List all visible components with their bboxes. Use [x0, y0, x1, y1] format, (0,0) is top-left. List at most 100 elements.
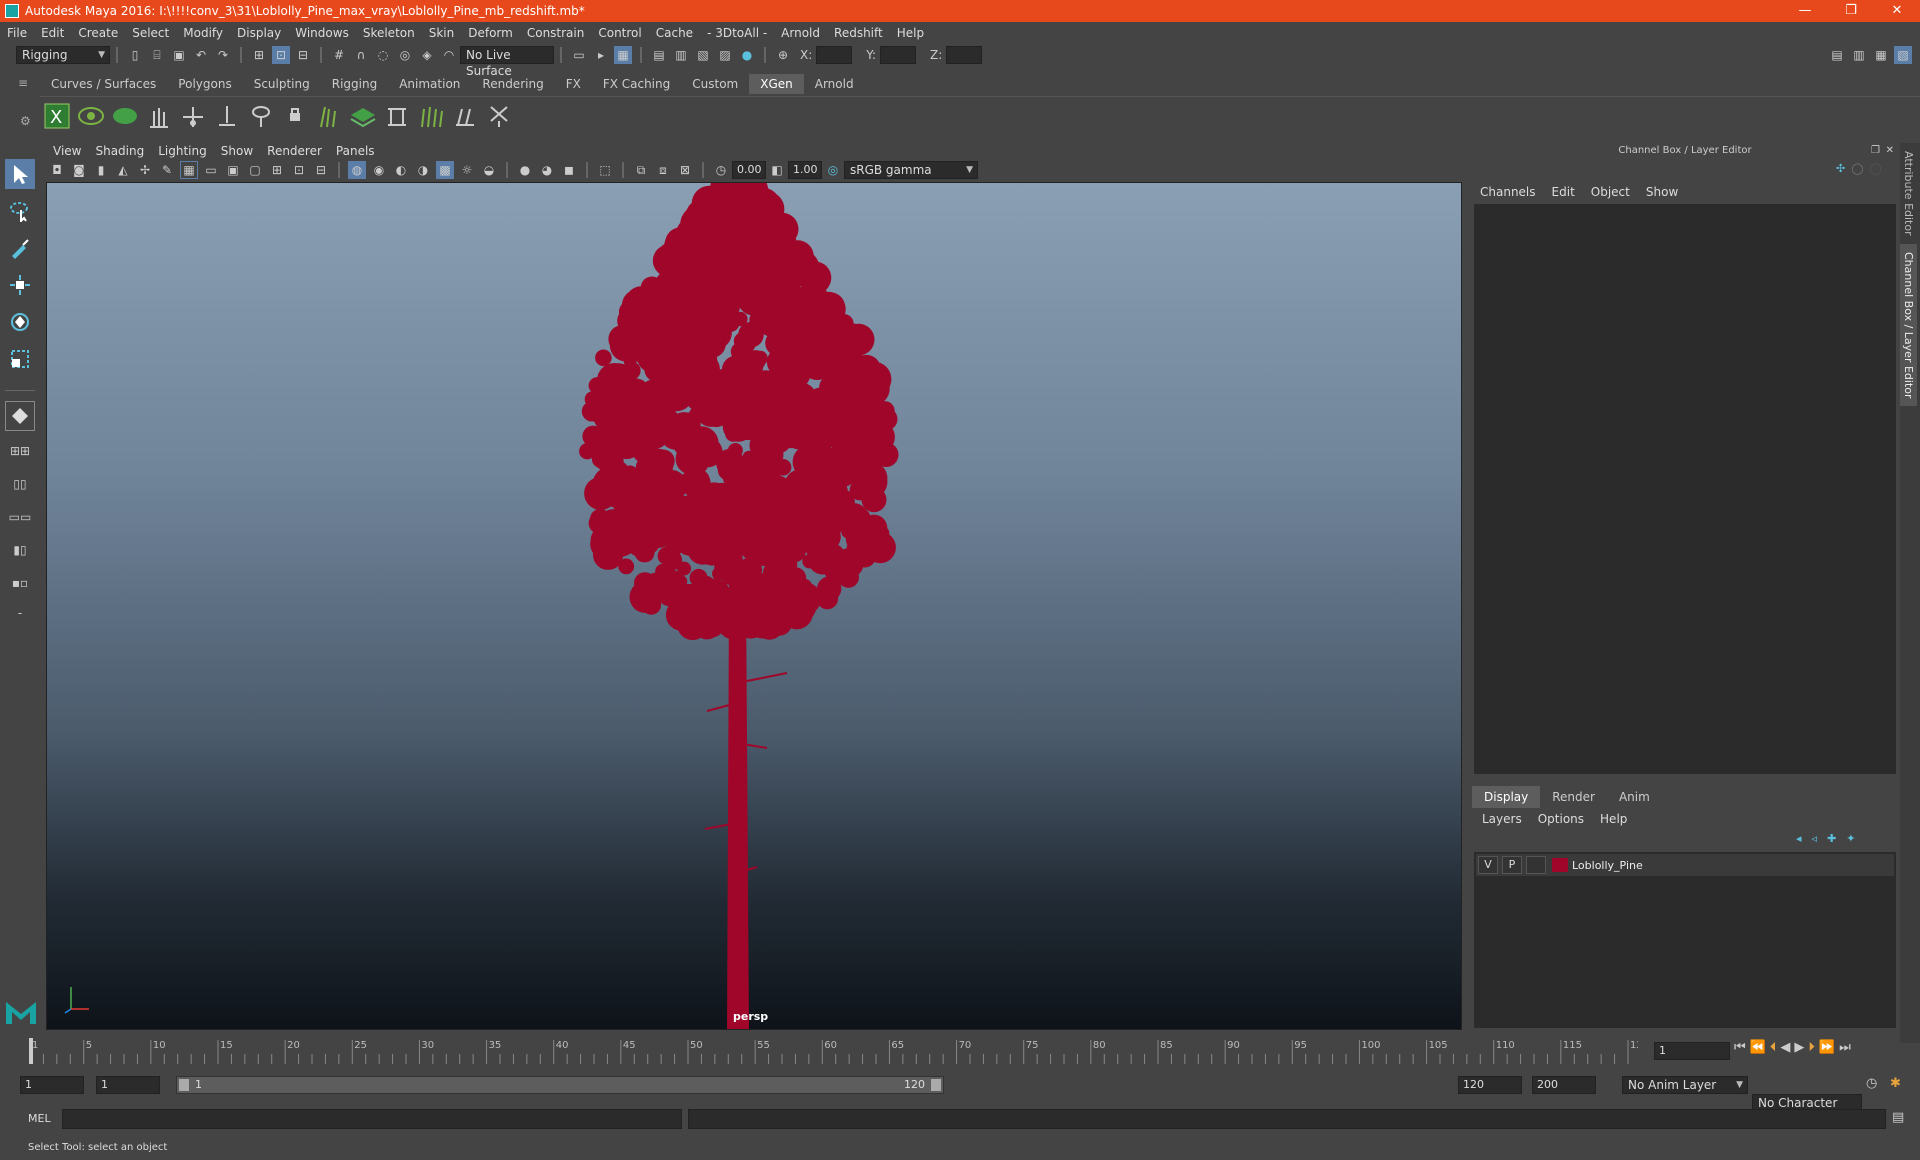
xgen-guide-sculpt-icon[interactable] — [179, 101, 207, 131]
input-output-icon[interactable]: ▭ — [570, 46, 588, 64]
menu-constrain[interactable]: Constrain — [520, 22, 592, 44]
layer-menu-help[interactable]: Help — [1592, 810, 1635, 828]
attribute-editor-toggle-icon[interactable]: ▥ — [1850, 46, 1868, 64]
snap-view-icon[interactable]: ◎ — [396, 46, 414, 64]
menu-cache[interactable]: Cache — [649, 22, 700, 44]
select-hierarchy-icon[interactable]: ⊞ — [250, 46, 268, 64]
shelf-tab-arnold[interactable]: Arnold — [804, 74, 865, 94]
layer-row[interactable]: V P Loblolly_Pine — [1476, 854, 1894, 876]
current-time-marker[interactable] — [29, 1038, 33, 1064]
channel-box-menu-edit[interactable]: Edit — [1544, 182, 1583, 202]
lasso-tool-icon[interactable] — [5, 196, 35, 226]
ambient-occlusion-icon[interactable]: ● — [516, 161, 534, 179]
go-to-end-icon[interactable]: ⏭ — [1839, 1040, 1851, 1055]
loblolly-pine-model[interactable] — [47, 183, 1462, 1030]
menu-modify[interactable]: Modify — [176, 22, 230, 44]
shadows-icon[interactable]: ◒ — [480, 161, 498, 179]
field-chart-icon[interactable]: ⊞ — [268, 161, 286, 179]
layer-tab-render[interactable]: Render — [1540, 786, 1607, 808]
camera-attributes-icon[interactable]: ◙ — [70, 161, 88, 179]
anim-layer-dropdown[interactable]: No Anim Layer ▼ — [1622, 1076, 1748, 1094]
shelf-tab-rigging[interactable]: Rigging — [321, 74, 388, 94]
playback-end-input[interactable]: 120 — [1458, 1076, 1522, 1094]
channel-box-close-icon[interactable]: ✕ — [1886, 143, 1894, 159]
auto-key-icon[interactable]: ◷ — [1866, 1076, 1877, 1091]
make-live-icon[interactable]: ◠ — [440, 46, 458, 64]
x-input[interactable] — [816, 46, 853, 64]
menu-set-dropdown[interactable]: Rigging ▼ — [16, 46, 110, 64]
exposure-icon[interactable]: ◷ — [712, 161, 730, 179]
menu-redshift[interactable]: Redshift — [827, 22, 890, 44]
save-scene-icon[interactable]: ▣ — [170, 46, 188, 64]
layer-menu-layers[interactable]: Layers — [1474, 810, 1530, 828]
channel-box-axis-icon[interactable]: ✣ — [1836, 162, 1845, 175]
play-forwards-icon[interactable]: ▶ — [1794, 1040, 1804, 1055]
shelf-menu-icon[interactable]: ≡ — [18, 76, 28, 90]
xray-icon[interactable]: ⧉ — [632, 161, 650, 179]
shelf-tab-fx[interactable]: FX — [555, 74, 592, 94]
xgen-guide-visibility-icon[interactable] — [247, 101, 275, 131]
range-slider-start-handle[interactable] — [179, 1079, 189, 1091]
menu-skeleton[interactable]: Skeleton — [356, 22, 422, 44]
create-layer-from-selected-icon[interactable]: ✦ — [1846, 832, 1855, 845]
xgen-guide-add-icon[interactable] — [145, 101, 173, 131]
view-transform-dropdown[interactable]: sRGB gamma ▼ — [844, 161, 978, 179]
two-d-pan-icon[interactable]: ✢ — [136, 161, 154, 179]
tool-settings-icon[interactable]: ▦ — [1872, 46, 1890, 64]
range-slider-end-handle[interactable] — [931, 1079, 941, 1091]
render-view-icon[interactable]: ▦ — [614, 46, 632, 64]
step-back-frame-icon[interactable]: ⏪ — [1750, 1040, 1766, 1055]
layer-display-type-toggle[interactable] — [1526, 856, 1546, 874]
persp-outliner-layout-icon[interactable]: ▭▭ — [5, 504, 35, 530]
image-plane-icon[interactable]: ◭ — [114, 161, 132, 179]
snap-curve-icon[interactable]: ∩ — [352, 46, 370, 64]
go-to-start-icon[interactable]: ⏮ — [1734, 1040, 1746, 1055]
panel-menu-panels[interactable]: Panels — [329, 143, 382, 159]
exposure-input[interactable]: 0.00 — [732, 161, 766, 179]
xray-joints-icon[interactable]: ⧈ — [654, 161, 672, 179]
select-tool-icon[interactable] — [5, 159, 35, 189]
channel-box-toggle-icon[interactable]: ▧ — [1894, 46, 1912, 64]
grid-toggle-icon[interactable]: ▦ — [180, 161, 198, 179]
menu-control[interactable]: Control — [591, 22, 648, 44]
current-frame-field[interactable]: 1 — [1654, 1042, 1730, 1060]
current-frame-input[interactable]: 1 — [1654, 1042, 1730, 1060]
move-tool-icon[interactable] — [5, 270, 35, 300]
transform-mode-icon[interactable]: ⊕ — [774, 46, 792, 64]
grease-pencil-icon[interactable]: ✎ — [158, 161, 176, 179]
render-settings-icon[interactable]: ▧ — [694, 46, 712, 64]
channel-box-menu-object[interactable]: Object — [1583, 182, 1638, 202]
menu-3dtoall[interactable]: - 3DtoAll - — [700, 22, 774, 44]
isolate-select-icon[interactable]: ⬚ — [596, 161, 614, 179]
select-component-icon[interactable]: ⊟ — [294, 46, 312, 64]
textured-icon[interactable]: ▩ — [436, 161, 454, 179]
perspective-viewport[interactable]: persp — [46, 182, 1462, 1030]
shelf-tab-animation[interactable]: Animation — [388, 74, 471, 94]
camera-select-icon[interactable]: ◘ — [48, 161, 66, 179]
xgen-guide-to-curves-icon[interactable] — [383, 101, 411, 131]
script-editor-icon[interactable]: ▤ — [1892, 1110, 1904, 1125]
z-input[interactable] — [946, 46, 983, 64]
menu-arnold[interactable]: Arnold — [774, 22, 827, 44]
use-all-lights-icon[interactable]: ☼ — [458, 161, 476, 179]
gate-mask-icon[interactable]: ▢ — [246, 161, 264, 179]
xgen-preview-icon[interactable] — [77, 101, 105, 131]
channel-box-menu-show[interactable]: Show — [1638, 182, 1686, 202]
hypershade-icon[interactable]: ▨ — [716, 46, 734, 64]
paint-select-tool-icon[interactable] — [5, 233, 35, 263]
channel-box-ring-icon[interactable]: ◯ — [1870, 162, 1882, 175]
menu-help[interactable]: Help — [890, 22, 931, 44]
menu-edit[interactable]: Edit — [34, 22, 71, 44]
live-surface-field[interactable]: No Live Surface — [460, 46, 554, 78]
snap-grid-icon[interactable]: # — [330, 46, 348, 64]
shelf-tab-polygons[interactable]: Polygons — [167, 74, 242, 94]
layer-tab-anim[interactable]: Anim — [1607, 786, 1662, 808]
wireframe-on-shaded-icon[interactable]: ◑ — [414, 161, 432, 179]
bookmark-icon[interactable]: ▮ — [92, 161, 110, 179]
layer-visibility-toggle[interactable]: V — [1478, 856, 1498, 874]
render-globe-icon[interactable]: ● — [738, 46, 756, 64]
redo-icon[interactable]: ↷ — [214, 46, 232, 64]
shelf-settings-icon[interactable]: ⚙ — [20, 114, 31, 128]
side-by-side-layout-icon[interactable]: ▯▯ — [5, 471, 35, 497]
film-gate-icon[interactable]: ▭ — [202, 161, 220, 179]
